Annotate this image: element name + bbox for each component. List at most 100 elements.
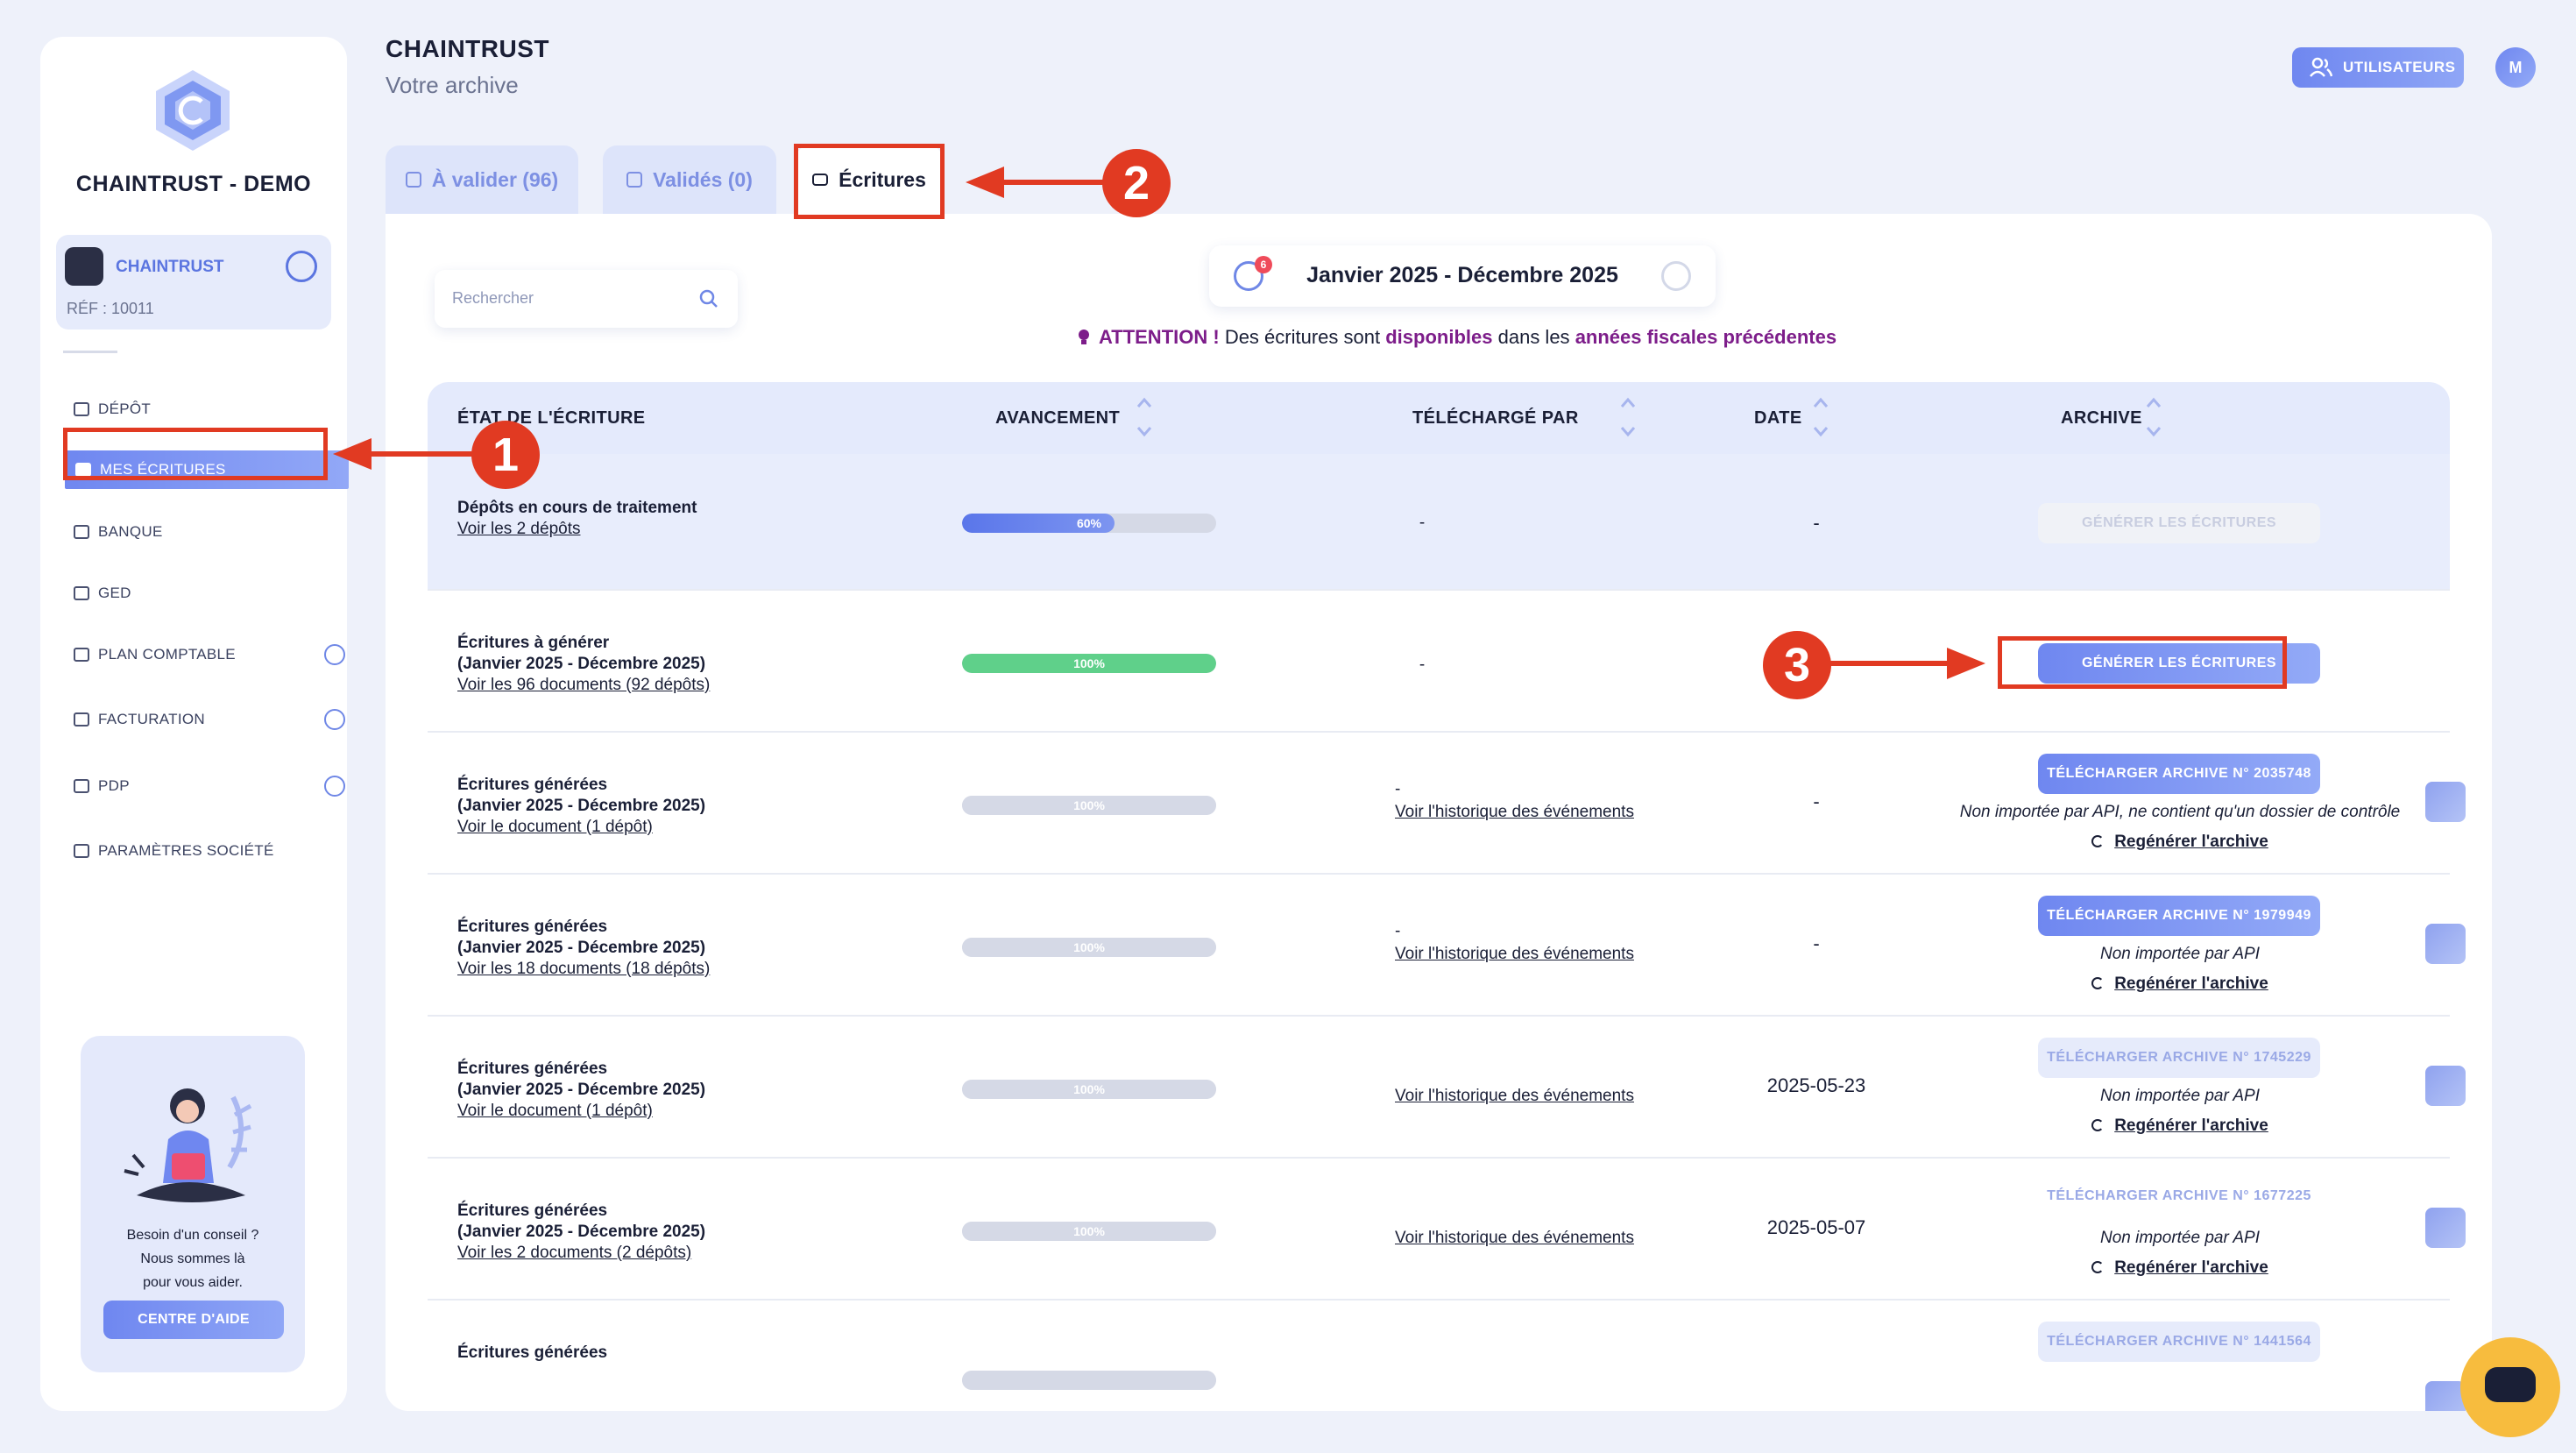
regenerate-link[interactable]: Regénérer l'archive: [2114, 1258, 2268, 1277]
row-link[interactable]: Voir les 96 documents (92 dépôts): [457, 676, 710, 694]
annotation-number-2: 2: [1102, 149, 1171, 217]
row-date: -: [1813, 790, 1820, 812]
row-link[interactable]: Voir le document (1 dépôt): [457, 818, 653, 836]
progress-bar: 100%: [962, 796, 1216, 815]
tab-a-valider[interactable]: À valider (96): [386, 145, 578, 214]
tab-label: À valider (96): [431, 167, 559, 191]
event-history-link[interactable]: Voir l'historique des événements: [1395, 1085, 1658, 1108]
progress-bar: 100%: [962, 1222, 1216, 1241]
attention-bold: disponibles: [1385, 326, 1493, 348]
account-card[interactable]: CHAINTRUST RÉF : 10011: [56, 235, 331, 330]
attention-message: ATTENTION ! Des écritures sont disponibl…: [1076, 326, 1836, 349]
import-enter-icon[interactable]: [2425, 924, 2466, 964]
sort-icon[interactable]: [2145, 394, 2162, 440]
nav-item-plan-comptable[interactable]: PLAN COMPTABLE: [74, 636, 354, 673]
row-link[interactable]: Voir les 2 documents (2 dépôts): [457, 1244, 691, 1262]
download-archive-button[interactable]: TÉLÉCHARGER ARCHIVE N° 1979949: [2038, 896, 2320, 936]
annotation-box-1: [63, 428, 328, 480]
nav-item-banque[interactable]: BANQUE: [74, 514, 163, 550]
import-enter-icon[interactable]: [2425, 1066, 2466, 1106]
row-date: 2025-05-23: [1766, 1074, 1866, 1096]
regenerate-link[interactable]: Regénérer l'archive: [2114, 833, 2268, 851]
chevron-down-icon[interactable]: [324, 776, 345, 797]
sort-icon[interactable]: [1812, 394, 1829, 440]
nav-item-pdp[interactable]: PDP: [74, 768, 354, 804]
download-archive-button[interactable]: TÉLÉCHARGER ARCHIVE N° 1441564: [2038, 1322, 2320, 1362]
table-row: Dépôts en cours de traitement Voir les 2…: [428, 454, 2450, 591]
download-archive-button[interactable]: TÉLÉCHARGER ARCHIVE N° 2035748: [2038, 754, 2320, 794]
chevron-down-icon[interactable]: [324, 709, 345, 730]
archive-note: Non importée par API: [2100, 1229, 2260, 1247]
progress-label: 100%: [1073, 940, 1105, 954]
import-enter-icon[interactable]: [2425, 782, 2466, 822]
attention-text: dans les: [1497, 326, 1570, 348]
nav-label: PDP: [98, 777, 130, 794]
row-state: Écritures à générer (Janvier 2025 - Déce…: [457, 633, 710, 696]
document-icon: [74, 586, 89, 600]
page-title: CHAINTRUST: [386, 35, 549, 62]
regenerate-archive[interactable]: Regénérer l'archive: [1900, 833, 2460, 852]
row-date: -: [1813, 932, 1820, 954]
row-link[interactable]: Voir les 18 documents (18 dépôts): [457, 960, 710, 978]
import-enter-icon[interactable]: [2425, 1208, 2466, 1248]
progress-bar: 100%: [962, 1080, 1216, 1099]
help-card: Besoin d'un conseil ? Nous sommes là pou…: [81, 1036, 305, 1372]
sort-icon[interactable]: [1619, 394, 1637, 440]
nav-item-depot[interactable]: DÉPÔT: [74, 391, 151, 428]
help-center-button[interactable]: CENTRE D'AIDE: [103, 1301, 284, 1339]
sort-icon[interactable]: [1136, 394, 1153, 440]
divider: [63, 351, 117, 353]
table-row: Écritures générées (Janvier 2025 - Décem…: [428, 875, 2466, 1017]
card-icon: [74, 779, 89, 793]
row-subtitle: (Janvier 2025 - Décembre 2025): [457, 939, 706, 957]
next-period-icon[interactable]: [1661, 261, 1691, 291]
nav-item-facturation[interactable]: FACTURATION: [74, 701, 354, 738]
row-title: Écritures à générer: [457, 634, 610, 652]
help-text: Besoin d'un conseil ? Nous sommes là pou…: [81, 1223, 305, 1294]
avatar[interactable]: M: [2495, 47, 2536, 88]
annotation-box-2: [794, 144, 945, 219]
column-header: AVANCEMENT: [995, 408, 1121, 428]
progress-bar: 60%: [962, 514, 1216, 533]
progress-fill: [962, 1371, 1216, 1390]
annotation-arrow-1: [368, 451, 487, 457]
account-name: CHAINTRUST: [116, 258, 224, 276]
annotation-arrowhead-3: [1947, 648, 1985, 679]
regenerate-archive[interactable]: Regénérer l'archive: [1900, 975, 2460, 994]
chat-widget-button[interactable]: [2460, 1337, 2560, 1437]
chevron-right-icon[interactable]: [286, 251, 317, 282]
archive-note: Non importée par API: [2100, 945, 2260, 963]
refresh-icon: [2091, 977, 2105, 989]
uploaded-by: -: [1419, 656, 1426, 674]
regenerate-link[interactable]: Regénérer l'archive: [2114, 975, 2268, 993]
annotation-number-3: 3: [1763, 631, 1831, 699]
chevron-down-icon[interactable]: [324, 644, 345, 665]
help-illustration: [124, 1088, 252, 1202]
row-link[interactable]: Voir le document (1 dépôt): [457, 1102, 653, 1120]
event-history-link[interactable]: Voir l'historique des événements: [1395, 1227, 1658, 1250]
row-link[interactable]: Voir les 2 dépôts: [457, 520, 580, 538]
search-icon[interactable]: [699, 289, 718, 308]
tab-valides[interactable]: Validés (0): [603, 145, 776, 214]
row-state: Écritures générées (Janvier 2025 - Décem…: [457, 1059, 705, 1122]
event-history-link[interactable]: Voir l'historique des événements: [1395, 801, 1658, 824]
annotation-box-3: [1998, 636, 2287, 689]
search-placeholder: Rechercher: [452, 289, 534, 307]
users-button[interactable]: UTILISATEURS: [2292, 47, 2464, 88]
regenerate-archive[interactable]: Regénérer l'archive: [1900, 1116, 2460, 1136]
nav-item-ged[interactable]: GED: [74, 575, 131, 612]
main-panel: Rechercher 6 Janvier 2025 - Décembre 202…: [386, 214, 2492, 1411]
event-history-link[interactable]: Voir l'historique des événements: [1395, 943, 1658, 966]
download-archive-button[interactable]: TÉLÉCHARGER ARCHIVE N° 1745229: [2038, 1038, 2320, 1078]
row-title: Écritures générées: [457, 918, 608, 936]
sidebar: CHAINTRUST - DEMO CHAINTRUST RÉF : 10011…: [40, 37, 349, 1411]
regenerate-link[interactable]: Regénérer l'archive: [2114, 1116, 2268, 1135]
search-input[interactable]: Rechercher: [435, 270, 738, 328]
nav-item-parametres-societe[interactable]: PARAMÈTRES SOCIÉTÉ: [74, 833, 274, 869]
archive-note: Non importée par API: [2100, 1087, 2260, 1105]
generate-entries-button[interactable]: GÉNÉRER LES ÉCRITURES: [2038, 503, 2320, 543]
help-line: pour vous aider.: [143, 1275, 243, 1290]
row-subtitle: (Janvier 2025 - Décembre 2025): [457, 655, 706, 673]
download-archive-button[interactable]: TÉLÉCHARGER ARCHIVE N° 1677225: [2038, 1176, 2320, 1216]
regenerate-archive[interactable]: Regénérer l'archive: [1900, 1258, 2460, 1278]
